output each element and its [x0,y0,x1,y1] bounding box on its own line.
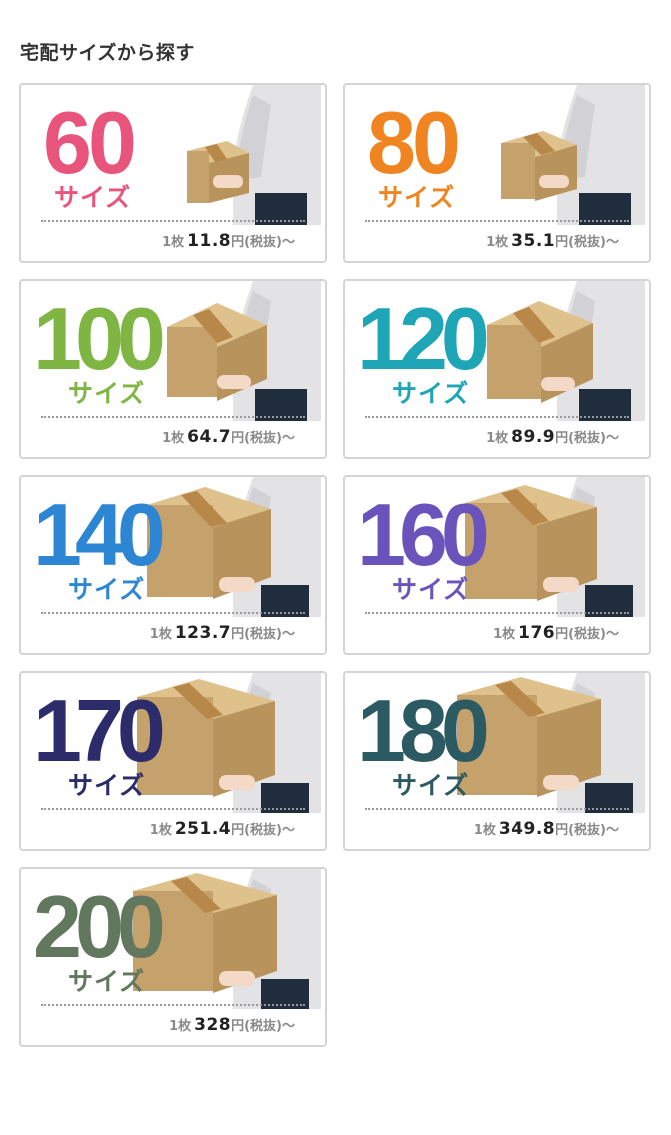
dotted-divider [365,808,629,810]
price-value: 64.7 [187,427,232,447]
size-card-80[interactable]: 80 サイズ 1枚 35.1円(税抜)〜 [343,83,651,263]
price-line: 1枚 123.7円(税抜)〜 [150,623,295,643]
size-card-120[interactable]: 120 サイズ 1枚 89.9円(税抜)〜 [343,279,651,459]
dotted-divider [41,1004,305,1006]
price-line: 1枚 328円(税抜)〜 [169,1015,295,1035]
size-card-170[interactable]: 170 サイズ 1枚 251.4円(税抜)〜 [19,671,327,851]
size-label: サイズ [392,575,470,604]
price-line: 1枚 35.1円(税抜)〜 [486,231,619,251]
size-label: サイズ [392,379,470,408]
size-label: サイズ [392,771,470,800]
dotted-divider [41,612,305,614]
price-unit: 1枚 [486,235,509,250]
price-value: 251.4 [174,819,232,839]
price-unit: 1枚 [149,823,172,838]
size-label: サイズ [54,183,132,212]
price-unit: 1枚 [473,823,496,838]
price-suffix: 円(税抜)〜 [555,431,619,446]
price-value: 35.1 [511,231,556,251]
size-number: 100 [33,289,166,388]
size-number: 140 [33,485,166,584]
size-label: サイズ [68,967,146,996]
size-card-100[interactable]: 100 サイズ 1枚 64.7円(税抜)〜 [19,279,327,459]
dotted-divider [365,220,629,222]
dotted-divider [365,612,629,614]
price-unit: 1枚 [162,431,185,446]
price-suffix: 円(税抜)〜 [231,823,295,838]
price-line: 1枚 11.8円(税抜)〜 [162,231,295,251]
size-card-200[interactable]: 200 サイズ 1枚 328円(税抜)〜 [19,867,327,1047]
price-value: 349.8 [498,819,556,839]
size-number: 160 [357,485,490,584]
size-card-60[interactable]: 60 サイズ 1枚 11.8円(税抜)〜 [19,83,327,263]
size-label: サイズ [378,183,456,212]
price-suffix: 円(税抜)〜 [231,235,295,250]
price-suffix: 円(税抜)〜 [555,235,619,250]
price-line: 1枚 349.8円(税抜)〜 [474,819,619,839]
size-number: 170 [33,681,166,780]
price-unit: 1枚 [162,235,185,250]
price-suffix: 円(税抜)〜 [555,823,619,838]
price-suffix: 円(税抜)〜 [231,627,295,642]
dotted-divider [365,416,629,418]
price-value: 328 [194,1015,232,1035]
size-card-140[interactable]: 140 サイズ 1枚 123.7円(税抜)〜 [19,475,327,655]
price-unit: 1枚 [169,1019,192,1034]
price-unit: 1枚 [486,431,509,446]
price-line: 1枚 64.7円(税抜)〜 [162,427,295,447]
size-number: 120 [357,289,490,388]
dotted-divider [41,808,305,810]
price-value: 89.9 [511,427,556,447]
page-title: 宅配サイズから探す [20,42,195,64]
size-number: 200 [33,877,166,976]
price-value: 176 [518,623,556,643]
size-label: サイズ [68,771,146,800]
price-line: 1枚 89.9円(税抜)〜 [486,427,619,447]
price-value: 11.8 [187,231,232,251]
size-card-180[interactable]: 180 サイズ 1枚 349.8円(税抜)〜 [343,671,651,851]
size-number: 60 [43,93,137,192]
price-suffix: 円(税抜)〜 [231,1019,295,1034]
price-suffix: 円(税抜)〜 [555,627,619,642]
size-card-160[interactable]: 160 サイズ 1枚 176円(税抜)〜 [343,475,651,655]
size-number: 180 [357,681,490,780]
price-unit: 1枚 [149,627,172,642]
size-number: 80 [367,93,461,192]
dotted-divider [41,220,305,222]
size-label: サイズ [68,575,146,604]
price-value: 123.7 [174,623,232,643]
size-label: サイズ [68,379,146,408]
price-line: 1枚 251.4円(税抜)〜 [150,819,295,839]
price-line: 1枚 176円(税抜)〜 [493,623,619,643]
price-suffix: 円(税抜)〜 [231,431,295,446]
price-unit: 1枚 [493,627,516,642]
dotted-divider [41,416,305,418]
